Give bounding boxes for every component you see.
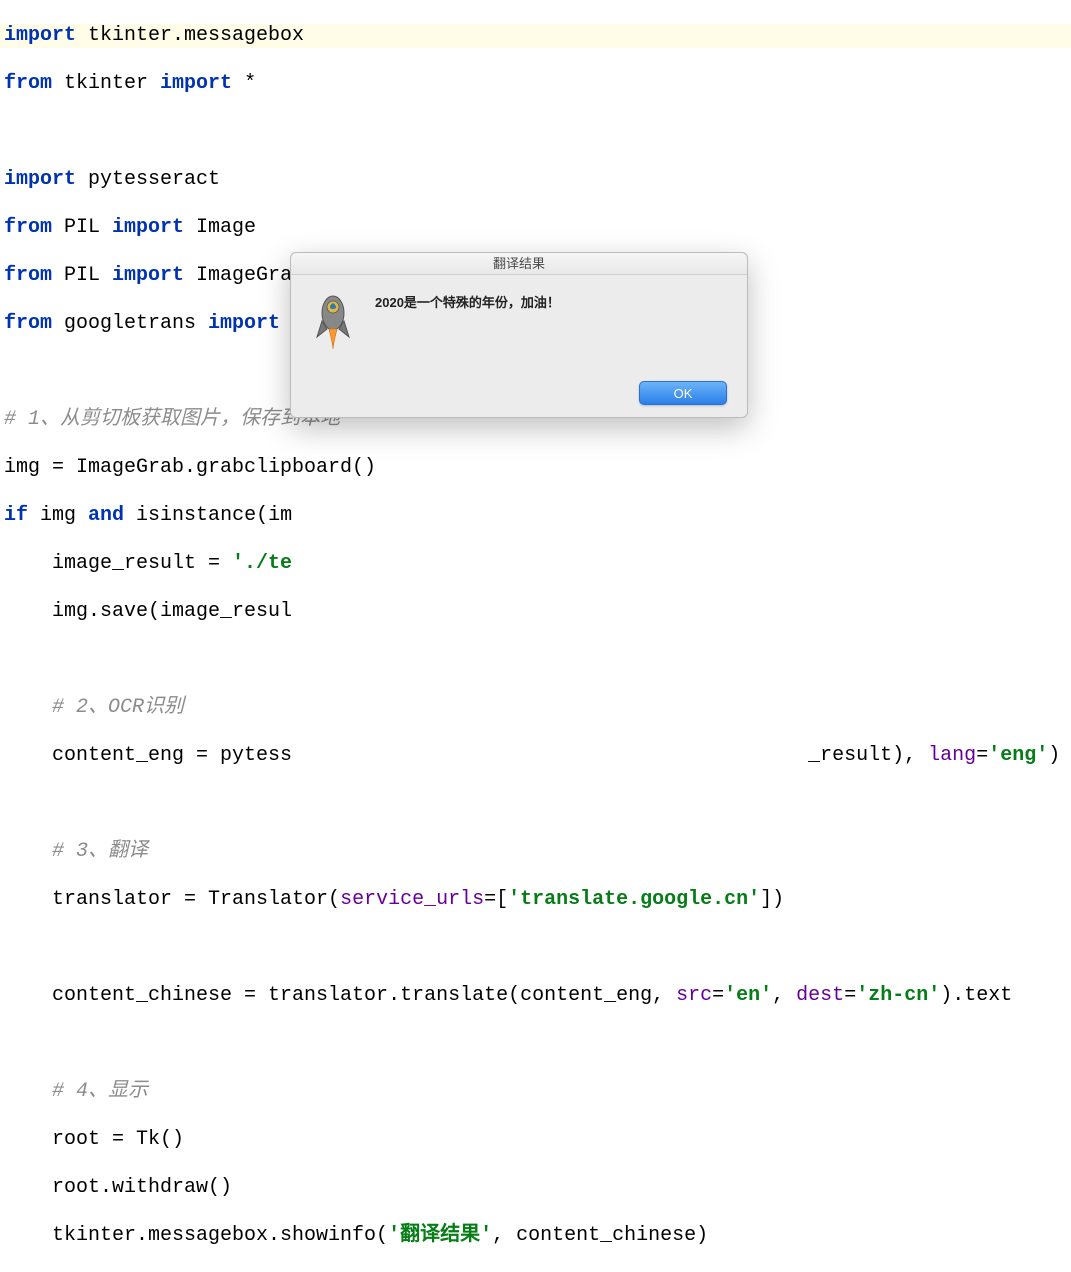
- code-line: img.save(image_resul: [0, 600, 1071, 624]
- code-line: translator = Translator(service_urls=['t…: [0, 888, 1071, 912]
- code-line: [0, 648, 1071, 672]
- code-line: root.withdraw(): [0, 1176, 1071, 1200]
- code-line: # 2、OCR识别: [0, 696, 1071, 720]
- dialog-message: 2020是一个特殊的年份，加油！: [375, 295, 560, 357]
- messagebox-dialog: 翻译结果 2020是一个特殊的年份，加油！ OK: [290, 252, 748, 418]
- code-line: content_chinese = translator.translate(c…: [0, 984, 1071, 1008]
- dialog-title: 翻译结果: [291, 253, 747, 275]
- code-line: # 4、显示: [0, 1080, 1071, 1104]
- code-line: img = ImageGrab.grabclipboard(): [0, 456, 1071, 480]
- code-line: # 3、翻译: [0, 840, 1071, 864]
- code-line: root = Tk(): [0, 1128, 1071, 1152]
- code-line: if img and isinstance(im: [0, 504, 1071, 528]
- code-line: from tkinter import *: [0, 72, 1071, 96]
- ok-button[interactable]: OK: [639, 381, 727, 405]
- dialog-body: 2020是一个特殊的年份，加油！: [291, 275, 747, 357]
- code-line: from PIL import Image: [0, 216, 1071, 240]
- code-line: [0, 120, 1071, 144]
- code-line: tkinter.messagebox.showinfo('翻译结果', cont…: [0, 1224, 1071, 1248]
- dialog-footer: OK: [639, 380, 727, 406]
- code-line: image_result = './te: [0, 552, 1071, 576]
- code-line: [0, 936, 1071, 960]
- code-editor: import tkinter.messagebox from tkinter i…: [0, 0, 1071, 1272]
- code-line: content_eng = pytessXXXXXXXXXXXXXXXXXXXX…: [0, 744, 1071, 768]
- code-line: [0, 1032, 1071, 1056]
- code-line: import tkinter.messagebox: [0, 24, 1071, 48]
- code-line: [0, 792, 1071, 816]
- python-rocket-icon: [309, 293, 357, 357]
- code-line: import pytesseract: [0, 168, 1071, 192]
